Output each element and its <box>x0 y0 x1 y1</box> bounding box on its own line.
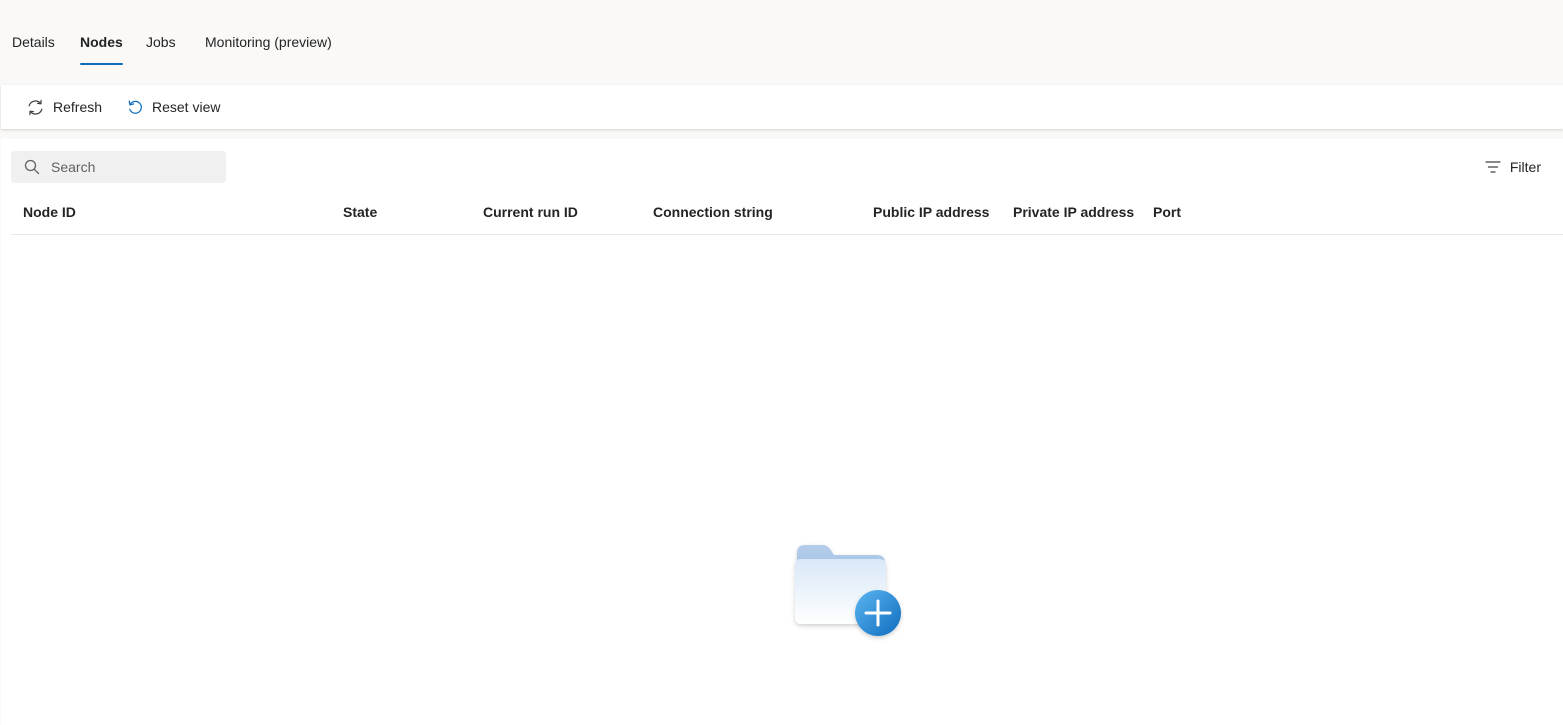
refresh-icon <box>28 99 43 115</box>
search-icon <box>24 159 40 175</box>
column-header-connection-string[interactable]: Connection string <box>653 195 773 235</box>
table-header: Node ID State Current run ID Connection … <box>11 195 1563 235</box>
command-bar: Refresh Reset view <box>1 85 1563 129</box>
tab-monitoring[interactable]: Monitoring (preview) <box>205 34 332 66</box>
tab-bar: Details Nodes Jobs Monitoring (preview) <box>0 0 1563 85</box>
filter-icon <box>1485 161 1501 173</box>
column-header-node-id[interactable]: Node ID <box>23 195 76 235</box>
add-folder-icon <box>795 545 901 636</box>
filter-button[interactable]: Filter <box>1485 151 1541 183</box>
column-header-port[interactable]: Port <box>1153 195 1181 235</box>
reset-view-icon <box>128 100 142 114</box>
tab-details[interactable]: Details <box>12 34 55 66</box>
refresh-label: Refresh <box>53 99 103 115</box>
reset-view-label: Reset view <box>152 99 221 115</box>
search-input[interactable] <box>51 151 221 183</box>
column-header-private-ip-address[interactable]: Private IP address <box>1013 195 1134 235</box>
column-header-current-run-id[interactable]: Current run ID <box>483 195 578 235</box>
refresh-button[interactable]: Refresh <box>26 85 102 129</box>
filter-label: Filter <box>1509 159 1541 175</box>
tab-jobs[interactable]: Jobs <box>146 34 176 66</box>
column-header-public-ip-address[interactable]: Public IP address <box>873 195 989 235</box>
search-box[interactable] <box>11 151 226 183</box>
reset-view-button[interactable]: Reset view <box>126 85 220 129</box>
tab-nodes[interactable]: Nodes <box>80 34 123 66</box>
column-header-state[interactable]: State <box>343 195 377 235</box>
nodes-panel: Filter Node ID State Current run ID Conn… <box>1 139 1563 725</box>
